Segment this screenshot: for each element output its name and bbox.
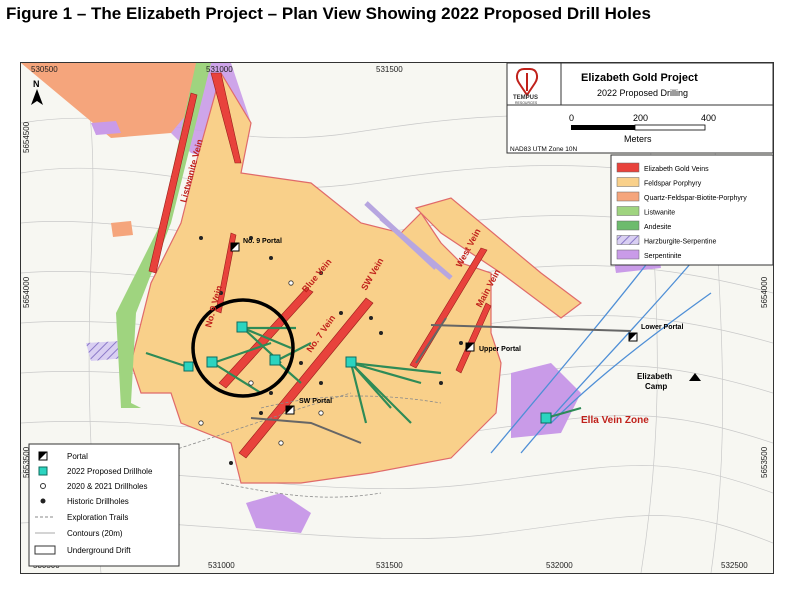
legend-historic-drillholes: Historic Drillholes — [67, 497, 129, 506]
serpentinite-ella — [511, 363, 581, 438]
north-arrow: N — [31, 79, 43, 105]
legend-swatch-3 — [616, 206, 640, 216]
svg-text:N: N — [33, 79, 40, 89]
symbol-legend: Portal 2022 Proposed Drillhole 2020 & 20… — [28, 443, 180, 567]
serpentinite-south — [246, 493, 311, 533]
legend-contours: Contours (20m) — [67, 529, 123, 538]
map-frame: Listwanite Vein No. 9 Vein Blue Vein No.… — [20, 62, 774, 574]
label-camp: Camp — [645, 382, 667, 391]
legend-label-6: Serpentinite — [644, 253, 681, 260]
coord-y-right-0: 5654000 — [760, 276, 769, 308]
label-elizabeth: Elizabeth — [637, 372, 672, 381]
coord-x-top-0: 530500 — [31, 65, 58, 74]
legend-swatch-6 — [616, 249, 640, 260]
coord-y-right-1: 5653500 — [760, 446, 769, 478]
label-upper-portal: Upper Portal — [479, 346, 521, 353]
scale-label-400: 400 — [701, 113, 716, 123]
coord-x-top-1: 531000 — [206, 65, 233, 74]
scale-unit: Meters — [624, 134, 652, 144]
legend-proposed-drillhole: 2022 Proposed Drillhole — [67, 467, 153, 476]
legend-swatch-0 — [616, 162, 640, 173]
coord-x-bottom-4: 532500 — [721, 561, 748, 570]
label-lower-portal: Lower Portal — [641, 324, 683, 331]
map-canvas: Listwanite Vein No. 9 Vein Blue Vein No.… — [21, 63, 773, 573]
legend-recent-drillholes: 2020 & 2021 Drillholes — [67, 482, 148, 491]
coord-x-bottom-2: 531500 — [376, 561, 403, 570]
coord-x-bottom-1: 531000 — [208, 561, 235, 570]
legend-label-4: Andesite — [644, 224, 671, 231]
legend-label-5: Harzburgite-Serpentine — [644, 239, 716, 246]
coord-y-left-0: 5654500 — [22, 121, 31, 153]
legend-swatch-4 — [616, 220, 640, 231]
geology-legend: Elizabeth Gold Veins Feldspar Porphyry Qua… — [610, 154, 773, 266]
scale-bar — [571, 124, 706, 131]
legend-label-3: Listwanite — [644, 210, 675, 217]
coord-x-top-2: 531500 — [376, 65, 403, 74]
qfbp-small — [111, 221, 133, 237]
datum-label: NAD83 UTM Zone 10N — [510, 146, 577, 153]
legend-swatch-5 — [616, 235, 640, 245]
scale-label-200: 200 — [633, 113, 648, 123]
label-no9-portal: No. 9 Portal — [243, 238, 282, 245]
project-title: Elizabeth Gold Project — [581, 72, 698, 84]
project-subtitle: 2022 Proposed Drilling — [597, 88, 688, 98]
coord-y-left-1: 5654000 — [22, 276, 31, 308]
legend-label-0: Elizabeth Gold Veins — [644, 166, 709, 173]
legend-swatch-2 — [616, 191, 640, 202]
coord-x-bottom-3: 532000 — [546, 561, 573, 570]
legend-portal: Portal — [67, 452, 88, 461]
company-sub: RESOURCES — [515, 101, 538, 105]
label-ella-vein-zone: Ella Vein Zone — [581, 415, 649, 426]
legend-exploration-trails: Exploration Trails — [67, 513, 128, 522]
title-block: TEMPUS RESOURCES Elizabeth Gold Project … — [506, 63, 773, 154]
legend-label-1: Feldspar Porphyry — [644, 181, 702, 188]
label-sw-portal: SW Portal — [299, 398, 332, 405]
figure-title: Figure 1 – The Elizabeth Project – Plan … — [6, 4, 651, 23]
serpentinite-small — [91, 121, 121, 135]
scale-label-0: 0 — [569, 113, 574, 123]
legend-label-2: Quartz-Feldspar-Biotite-Porphyry — [644, 195, 747, 202]
legend-underground-drift: Underground Drift — [67, 546, 131, 555]
legend-swatch-1 — [616, 177, 640, 187]
